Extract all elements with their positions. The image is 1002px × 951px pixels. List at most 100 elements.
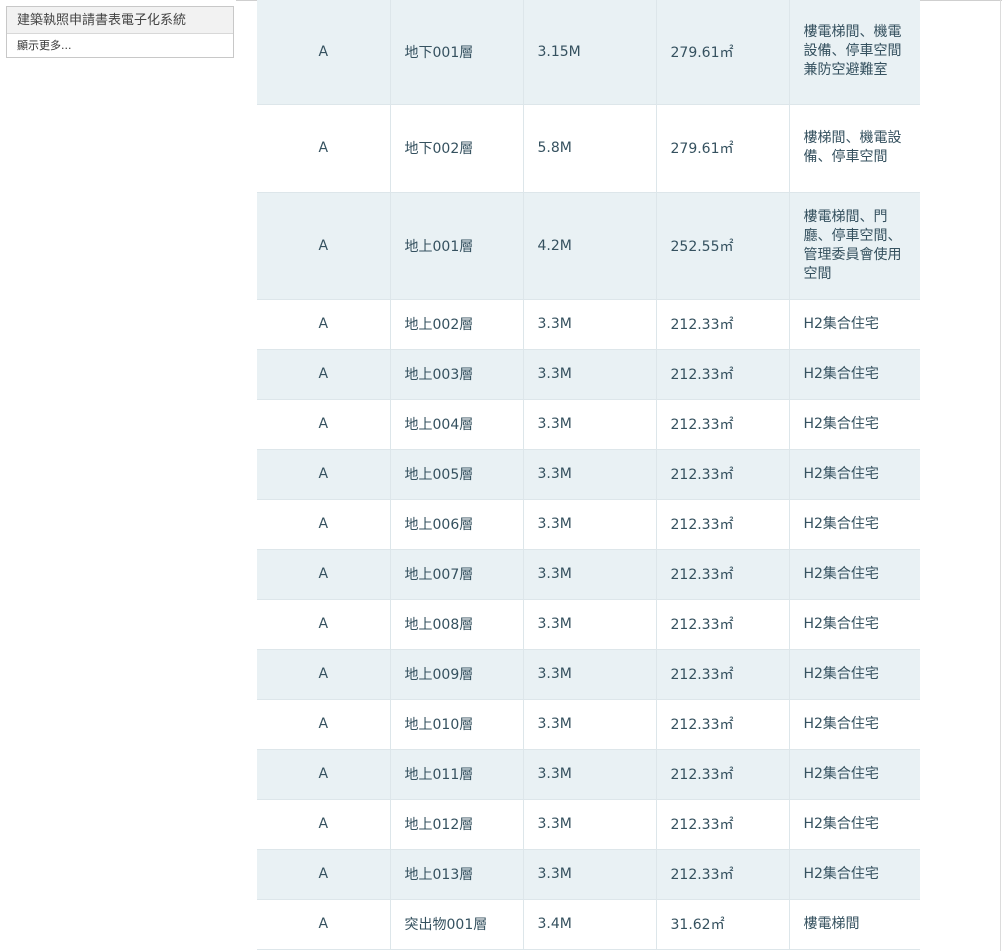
area-cell: 212.33㎡ — [656, 499, 790, 550]
frame-right-border — [1000, 0, 1001, 951]
floor-cell: 地上005層 — [390, 449, 524, 500]
floor-cell: 地上001層 — [390, 192, 524, 300]
table-row: A 地上005層 3.3M 212.33㎡ H2集合住宅 — [257, 449, 920, 500]
height-cell: 5.8M — [523, 104, 657, 193]
floor-cell: 地上013層 — [390, 849, 524, 900]
building-cell: A — [257, 849, 391, 900]
height-cell: 3.3M — [523, 349, 657, 400]
floor-cell: 地上003層 — [390, 349, 524, 400]
area-cell: 252.55㎡ — [656, 192, 790, 300]
height-cell: 4.2M — [523, 192, 657, 300]
height-cell: 3.3M — [523, 499, 657, 550]
table-row: A 地上013層 3.3M 212.33㎡ H2集合住宅 — [257, 849, 920, 900]
floor-cell: 地上009層 — [390, 649, 524, 700]
floor-cell: 地上010層 — [390, 699, 524, 750]
table-row: A 地上002層 3.3M 212.33㎡ H2集合住宅 — [257, 299, 920, 350]
height-cell: 3.3M — [523, 399, 657, 450]
area-cell: 279.61㎡ — [656, 104, 790, 193]
table-row: A 地上009層 3.3M 212.33㎡ H2集合住宅 — [257, 649, 920, 700]
height-cell: 3.3M — [523, 549, 657, 600]
table-row: A 地上003層 3.3M 212.33㎡ H2集合住宅 — [257, 349, 920, 400]
height-cell: 3.3M — [523, 299, 657, 350]
floor-table: A 地下001層 3.15M 279.61㎡ 樓電梯間、機電設備、停車空間兼防空避難室 A… — [257, 0, 920, 950]
page: 建築執照申請書表電子化系統 顯示更多... A 地下001層 3.15M 279.61… — [0, 0, 1002, 951]
area-cell: 212.33㎡ — [656, 799, 790, 850]
use-cell: 樓電梯間、機電設備、停車空間兼防空避難室 — [789, 0, 920, 105]
building-cell: A — [257, 0, 391, 105]
height-cell: 3.3M — [523, 599, 657, 650]
table-row: A 地上008層 3.3M 212.33㎡ H2集合住宅 — [257, 599, 920, 650]
use-cell: H2集合住宅 — [789, 499, 920, 550]
use-cell: H2集合住宅 — [789, 399, 920, 450]
building-cell: A — [257, 899, 391, 950]
height-cell: 3.3M — [523, 849, 657, 900]
area-cell: 212.33㎡ — [656, 449, 790, 500]
table-row: A 地下001層 3.15M 279.61㎡ 樓電梯間、機電設備、停車空間兼防空避難室 — [257, 0, 920, 105]
use-cell: 樓電梯間、門廳、停車空間、管理委員會使用空間 — [789, 192, 920, 300]
building-cell: A — [257, 449, 391, 500]
area-cell: 212.33㎡ — [656, 549, 790, 600]
floor-cell: 地上006層 — [390, 499, 524, 550]
building-cell: A — [257, 349, 391, 400]
area-cell: 212.33㎡ — [656, 649, 790, 700]
building-cell: A — [257, 399, 391, 450]
dropdown-menu: 建築執照申請書表電子化系統 顯示更多... — [6, 6, 234, 58]
area-cell: 212.33㎡ — [656, 599, 790, 650]
show-more-link[interactable]: 顯示更多... — [7, 34, 233, 57]
use-cell: H2集合住宅 — [789, 299, 920, 350]
building-cell: A — [257, 749, 391, 800]
area-cell: 212.33㎡ — [656, 299, 790, 350]
building-cell: A — [257, 499, 391, 550]
table-row: A 地下002層 5.8M 279.61㎡ 樓梯間、機電設備、停車空間 — [257, 104, 920, 193]
floor-cell: 突出物001層 — [390, 899, 524, 950]
table-row: A 地上006層 3.3M 212.33㎡ H2集合住宅 — [257, 499, 920, 550]
height-cell: 3.3M — [523, 699, 657, 750]
height-cell: 3.15M — [523, 0, 657, 105]
use-cell: H2集合住宅 — [789, 849, 920, 900]
table-row: A 地上004層 3.3M 212.33㎡ H2集合住宅 — [257, 399, 920, 450]
use-cell: H2集合住宅 — [789, 349, 920, 400]
area-cell: 212.33㎡ — [656, 749, 790, 800]
floor-cell: 地上007層 — [390, 549, 524, 600]
table-row: A 突出物001層 3.4M 31.62㎡ 樓電梯間 — [257, 899, 920, 950]
floor-cell: 地上011層 — [390, 749, 524, 800]
table-row: A 地上001層 4.2M 252.55㎡ 樓電梯間、門廳、停車空間、管理委員會使用空間 — [257, 192, 920, 300]
area-cell: 31.62㎡ — [656, 899, 790, 950]
floor-cell: 地下001層 — [390, 0, 524, 105]
building-cell: A — [257, 549, 391, 600]
use-cell: H2集合住宅 — [789, 799, 920, 850]
height-cell: 3.3M — [523, 449, 657, 500]
floor-cell: 地上008層 — [390, 599, 524, 650]
building-cell: A — [257, 299, 391, 350]
use-cell: H2集合住宅 — [789, 749, 920, 800]
use-cell: H2集合住宅 — [789, 449, 920, 500]
use-cell: H2集合住宅 — [789, 599, 920, 650]
building-cell: A — [257, 649, 391, 700]
height-cell: 3.4M — [523, 899, 657, 950]
menu-item-system[interactable]: 建築執照申請書表電子化系統 — [7, 7, 233, 34]
building-cell: A — [257, 104, 391, 193]
building-cell: A — [257, 799, 391, 850]
area-cell: 279.61㎡ — [656, 0, 790, 105]
use-cell: H2集合住宅 — [789, 699, 920, 750]
use-cell: 樓電梯間 — [789, 899, 920, 950]
height-cell: 3.3M — [523, 649, 657, 700]
table-row: A 地上007層 3.3M 212.33㎡ H2集合住宅 — [257, 549, 920, 600]
area-cell: 212.33㎡ — [656, 699, 790, 750]
floor-cell: 地上002層 — [390, 299, 524, 350]
height-cell: 3.3M — [523, 749, 657, 800]
use-cell: H2集合住宅 — [789, 549, 920, 600]
table-row: A 地上012層 3.3M 212.33㎡ H2集合住宅 — [257, 799, 920, 850]
area-cell: 212.33㎡ — [656, 349, 790, 400]
floor-table-body: A 地下001層 3.15M 279.61㎡ 樓電梯間、機電設備、停車空間兼防空避難室 A… — [257, 0, 920, 950]
area-cell: 212.33㎡ — [656, 849, 790, 900]
table-row: A 地上010層 3.3M 212.33㎡ H2集合住宅 — [257, 699, 920, 750]
use-cell: 樓梯間、機電設備、停車空間 — [789, 104, 920, 193]
floor-cell: 地下002層 — [390, 104, 524, 193]
floor-cell: 地上012層 — [390, 799, 524, 850]
building-cell: A — [257, 599, 391, 650]
use-cell: H2集合住宅 — [789, 649, 920, 700]
area-cell: 212.33㎡ — [656, 399, 790, 450]
floor-cell: 地上004層 — [390, 399, 524, 450]
building-cell: A — [257, 699, 391, 750]
